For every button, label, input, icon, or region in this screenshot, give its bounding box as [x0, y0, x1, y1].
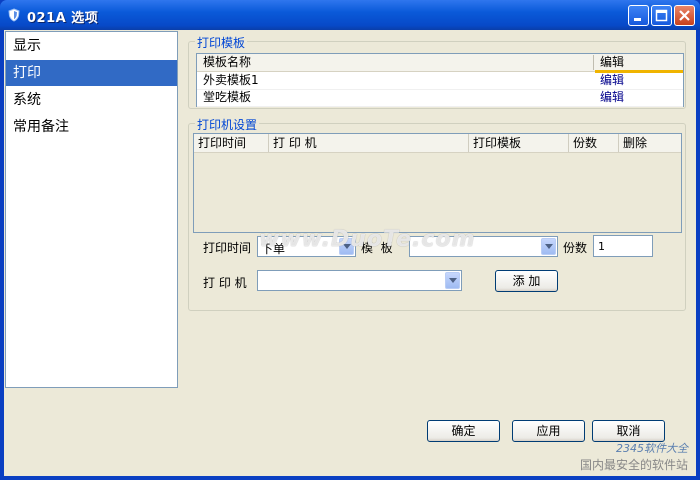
printer-settings-legend: 打印机设置: [195, 116, 260, 133]
column-header-delete[interactable]: 删除: [618, 134, 681, 152]
template-table: 模板名称 编辑 外卖模板1 编辑 堂吃模板 编辑: [196, 53, 684, 107]
add-button[interactable]: 添 加: [495, 270, 558, 292]
edit-link[interactable]: 编辑: [600, 72, 624, 89]
options-window: 021A 选项 显示 打印 系统 常用备注 打印模板 模板名称 编辑 外卖模板1…: [0, 0, 700, 480]
sidebar-item-display[interactable]: 显示: [6, 33, 177, 59]
printer-settings-group: 打印机设置 打印时间 打 印 机 打印模板 份数 删除 打印时间 下单 模 板: [188, 116, 686, 311]
print-template-legend: 打印模板: [195, 34, 248, 51]
title-bar[interactable]: 021A 选项: [0, 0, 700, 30]
copies-field[interactable]: [594, 236, 652, 256]
printer-list[interactable]: 打印时间 打 印 机 打印模板 份数 删除: [193, 133, 682, 233]
table-row[interactable]: 堂吃模板 编辑: [197, 89, 683, 107]
sidebar-item-print[interactable]: 打印: [6, 60, 177, 86]
column-header-edit[interactable]: 编辑: [600, 54, 624, 71]
cancel-button[interactable]: 取消: [592, 420, 665, 442]
column-header-copies[interactable]: 份数: [568, 134, 618, 152]
watermark-brand: 2345软件大全: [616, 442, 688, 455]
sidebar-item-system[interactable]: 系统: [6, 87, 177, 113]
edit-link[interactable]: 编辑: [600, 89, 624, 106]
shield-icon: [8, 8, 20, 22]
window-title: 021A 选项: [27, 11, 99, 26]
sidebar-item-common-notes[interactable]: 常用备注: [6, 114, 177, 140]
chevron-down-icon[interactable]: [541, 238, 556, 255]
watermark-duote: www.DuoTe.com: [259, 227, 476, 252]
print-time-label: 打印时间: [203, 241, 252, 255]
close-button[interactable]: [674, 5, 695, 26]
column-header-print-time[interactable]: 打印时间: [194, 134, 268, 152]
printer-list-header: 打印时间 打 印 机 打印模板 份数 删除: [194, 134, 681, 153]
column-header-template-name[interactable]: 模板名称: [203, 54, 251, 71]
template-table-header: 模板名称 编辑: [197, 54, 683, 73]
maximize-button[interactable]: [651, 5, 672, 26]
dialog-client: 显示 打印 系统 常用备注 打印模板 模板名称 编辑 外卖模板1 编辑 堂吃模板: [4, 30, 696, 476]
table-row[interactable]: 外卖模板1 编辑: [197, 72, 683, 90]
template-name-cell: 堂吃模板: [203, 90, 252, 104]
ok-button[interactable]: 确定: [427, 420, 500, 442]
template-name-cell: 外卖模板1: [203, 73, 259, 87]
column-header-template[interactable]: 打印模板: [468, 134, 568, 152]
copies-label: 份数: [563, 241, 588, 255]
minimize-icon: [634, 18, 641, 21]
maximize-icon: [655, 9, 668, 22]
copies-input[interactable]: [593, 235, 653, 257]
chevron-down-icon[interactable]: [445, 272, 460, 289]
column-divider[interactable]: [593, 55, 594, 70]
printer-dropdown[interactable]: [257, 270, 462, 291]
watermark-slogan: 国内最安全的软件站: [579, 458, 688, 472]
column-header-printer[interactable]: 打 印 机: [268, 134, 468, 152]
apply-button[interactable]: 应用: [512, 420, 585, 442]
print-template-group: 打印模板 模板名称 编辑 外卖模板1 编辑 堂吃模板 编辑: [188, 34, 686, 109]
minimize-button[interactable]: [628, 5, 649, 26]
category-list: 显示 打印 系统 常用备注: [5, 31, 178, 388]
close-icon: [679, 10, 690, 21]
printer-label: 打 印 机: [203, 276, 247, 290]
